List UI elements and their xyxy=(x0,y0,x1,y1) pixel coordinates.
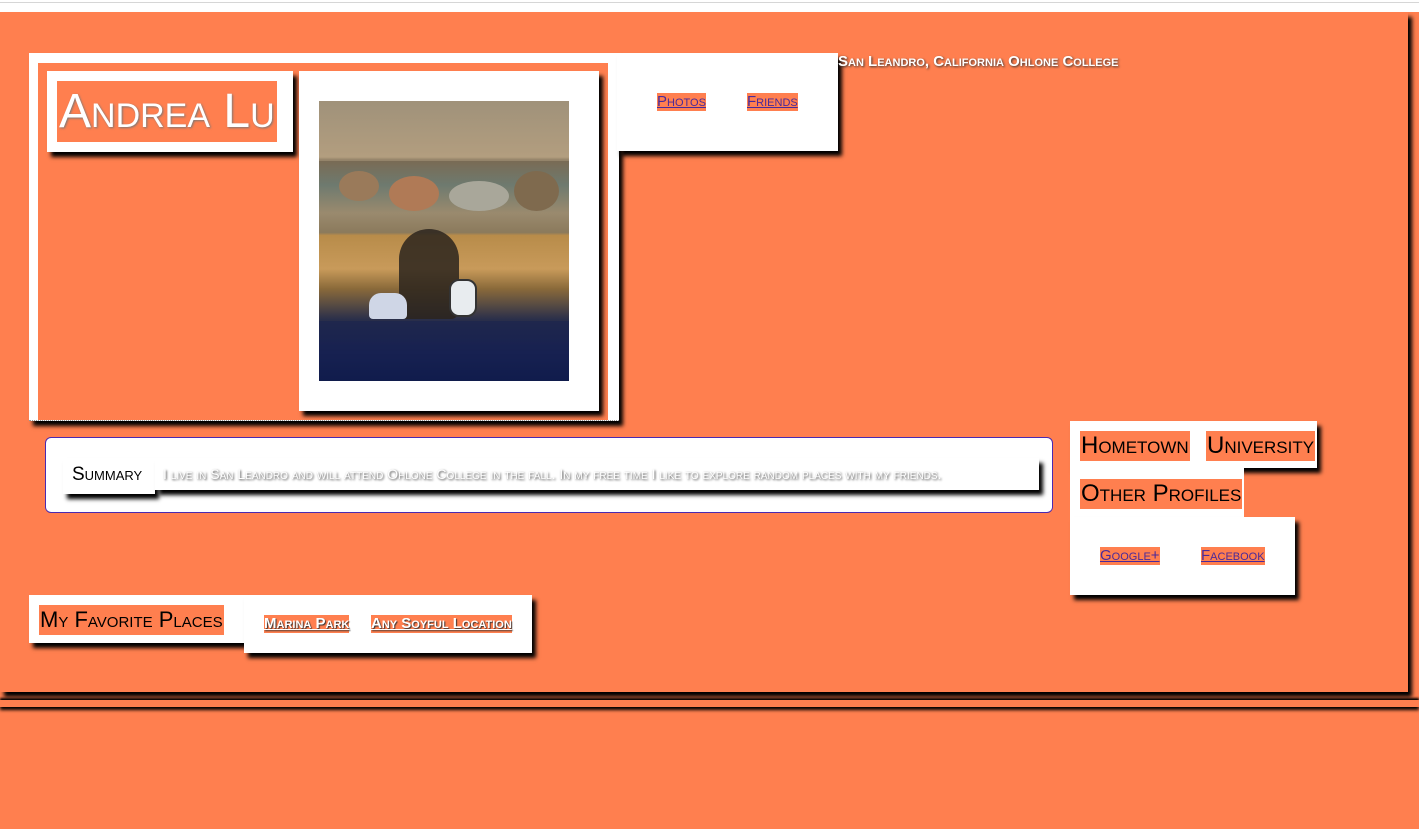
university-label: University xyxy=(1206,431,1316,461)
photo-blur-top xyxy=(319,101,569,161)
profile-photo xyxy=(319,101,569,381)
google-plus-link[interactable]: Google+ xyxy=(1100,547,1160,565)
footer-strip xyxy=(0,700,1419,707)
location-text: San Leandro, California Ohlone College xyxy=(838,53,1119,70)
facebook-link[interactable]: Facebook xyxy=(1201,547,1265,565)
summary-label: Summary xyxy=(72,464,143,485)
other-profiles-label: Other Profiles xyxy=(1080,479,1243,509)
summary-text: I live in San Leandro and will attend Oh… xyxy=(163,466,942,482)
photo-shoe xyxy=(369,293,407,319)
favorite-place-link[interactable]: Any Soyful Location xyxy=(371,615,512,633)
nav-photos-link[interactable]: Photos xyxy=(657,93,706,111)
favorite-places-title: My Favorite Places xyxy=(39,605,224,635)
browser-top-divider xyxy=(0,2,1419,3)
hometown-label: Hometown xyxy=(1080,431,1190,461)
nav-friends-link[interactable]: Friends xyxy=(747,93,798,111)
nav-box xyxy=(617,53,838,151)
photo-rock xyxy=(449,181,509,211)
photo-blur-bottom xyxy=(319,321,569,381)
favorite-place-link[interactable]: Marina Park xyxy=(264,615,350,633)
photo-rock xyxy=(339,171,379,201)
profile-name: Andrea Lu xyxy=(57,81,277,142)
photo-shoe xyxy=(449,279,477,317)
photo-rock xyxy=(389,176,439,211)
photo-rock xyxy=(514,171,559,211)
